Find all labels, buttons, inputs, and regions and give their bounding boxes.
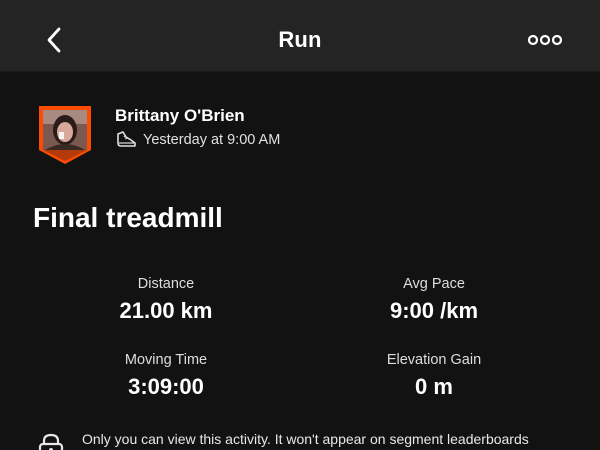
stat-moving-time: Moving Time 3:09:00 — [46, 352, 286, 400]
activity-screen: Run Brittany O'Brien Yesterday at 9:00 A… — [0, 0, 600, 450]
stat-value: 21.00 km — [119, 298, 213, 323]
lock-icon — [38, 433, 64, 450]
top-app-bar: Run — [0, 0, 600, 72]
stat-distance: Distance 21.00 km — [46, 276, 286, 324]
stat-label: Moving Time — [124, 352, 208, 368]
chevron-left-icon — [47, 27, 61, 53]
more-options-button[interactable] — [522, 26, 568, 54]
stat-value: 3:09:00 — [128, 374, 204, 399]
stat-value: 9:00 /km — [389, 298, 479, 323]
activity-timestamp: Yesterday at 9:00 AM — [143, 132, 281, 148]
stat-label: Elevation Gain — [386, 352, 482, 368]
stat-label: Distance — [137, 276, 195, 292]
activity-meta: Yesterday at 9:00 AM — [115, 130, 280, 150]
page-title: Run — [278, 27, 322, 52]
avatar[interactable] — [37, 104, 93, 166]
athlete-header: Brittany O'Brien Yesterday at 9:00 AM — [37, 104, 557, 168]
activity-title: Final treadmill — [33, 202, 223, 233]
stat-avg-pace: Avg Pace 9:00 /km — [314, 276, 554, 324]
athlete-name[interactable]: Brittany O'Brien — [115, 106, 245, 126]
running-shoe-icon — [117, 131, 136, 147]
stat-label: Avg Pace — [403, 276, 465, 292]
privacy-text: Only you can view this activity. It won'… — [82, 431, 529, 447]
stat-value: 0 m — [415, 374, 453, 399]
privacy-notice: Only you can view this activity. It won'… — [36, 428, 596, 450]
avatar-image — [39, 106, 91, 164]
back-button[interactable] — [36, 20, 72, 60]
stat-elevation-gain: Elevation Gain 0 m — [314, 352, 554, 400]
more-horizontal-icon — [528, 34, 562, 46]
